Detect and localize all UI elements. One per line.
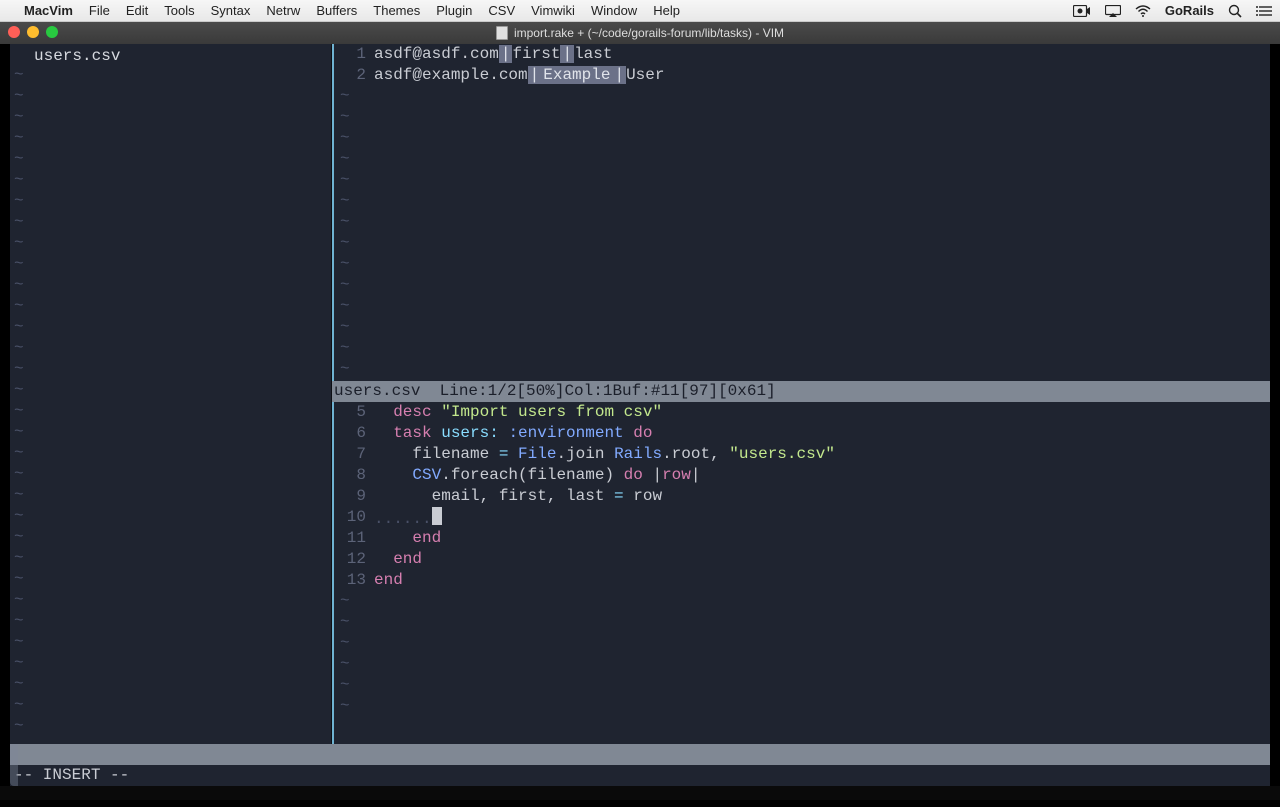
close-button[interactable] <box>8 26 20 38</box>
top-buffer-pane[interactable]: 1asdf@asdf.com|first|last2asdf@example.c… <box>332 44 1270 402</box>
file-tree-item[interactable]: users.csv <box>10 44 331 69</box>
macos-menubar: MacVim File Edit Tools Syntax Netrw Buff… <box>0 0 1280 22</box>
window-titlebar[interactable]: import.rake + (~/code/gorails-forum/lib/… <box>0 22 1280 44</box>
zoom-button[interactable] <box>46 26 58 38</box>
menu-list-icon[interactable] <box>1256 5 1272 17</box>
bottom-status-line: <ers/gorails/code/gorails-forum lib/task… <box>10 744 1270 765</box>
bottom-strip <box>0 786 1280 800</box>
menu-syntax[interactable]: Syntax <box>211 3 251 18</box>
minimize-button[interactable] <box>27 26 39 38</box>
traffic-lights <box>8 26 58 38</box>
vim-mode-line: -- INSERT -- <box>10 765 1270 786</box>
menu-tools[interactable]: Tools <box>164 3 194 18</box>
window-title: import.rake + (~/code/gorails-forum/lib/… <box>514 26 784 40</box>
app-name[interactable]: MacVim <box>24 3 73 18</box>
menu-file[interactable]: File <box>89 3 110 18</box>
airplay-icon[interactable] <box>1105 5 1121 17</box>
file-tree-pane[interactable]: users.csv ~~~~~~~~~~~~~~~~~~~~~~~~~~~~~~… <box>10 44 332 744</box>
menu-netrw[interactable]: Netrw <box>266 3 300 18</box>
menu-csv[interactable]: CSV <box>488 3 515 18</box>
menu-help[interactable]: Help <box>653 3 680 18</box>
menu-plugin[interactable]: Plugin <box>436 3 472 18</box>
menu-themes[interactable]: Themes <box>373 3 420 18</box>
menu-vimwiki[interactable]: Vimwiki <box>531 3 575 18</box>
editor: users.csv ~~~~~~~~~~~~~~~~~~~~~~~~~~~~~~… <box>10 44 1270 786</box>
document-icon <box>496 26 508 40</box>
top-status-line: users.csv Line:1/2[50%]Col:1Buf:#11[97][… <box>332 381 1270 402</box>
sidebar-tildes: ~~~~~~~~~~~~~~~~~~~~~~~~~~~~~~~~~ <box>14 65 24 744</box>
bottom-buffer-pane[interactable]: 5 desc "Import users from csv"6 task use… <box>332 402 1270 744</box>
wifi-icon[interactable] <box>1135 5 1151 17</box>
menu-edit[interactable]: Edit <box>126 3 148 18</box>
menu-buffers[interactable]: Buffers <box>316 3 357 18</box>
menu-window[interactable]: Window <box>591 3 637 18</box>
spotlight-icon[interactable] <box>1228 4 1242 18</box>
menubar-app-label[interactable]: GoRails <box>1165 3 1214 18</box>
screen-record-icon[interactable] <box>1073 5 1091 17</box>
